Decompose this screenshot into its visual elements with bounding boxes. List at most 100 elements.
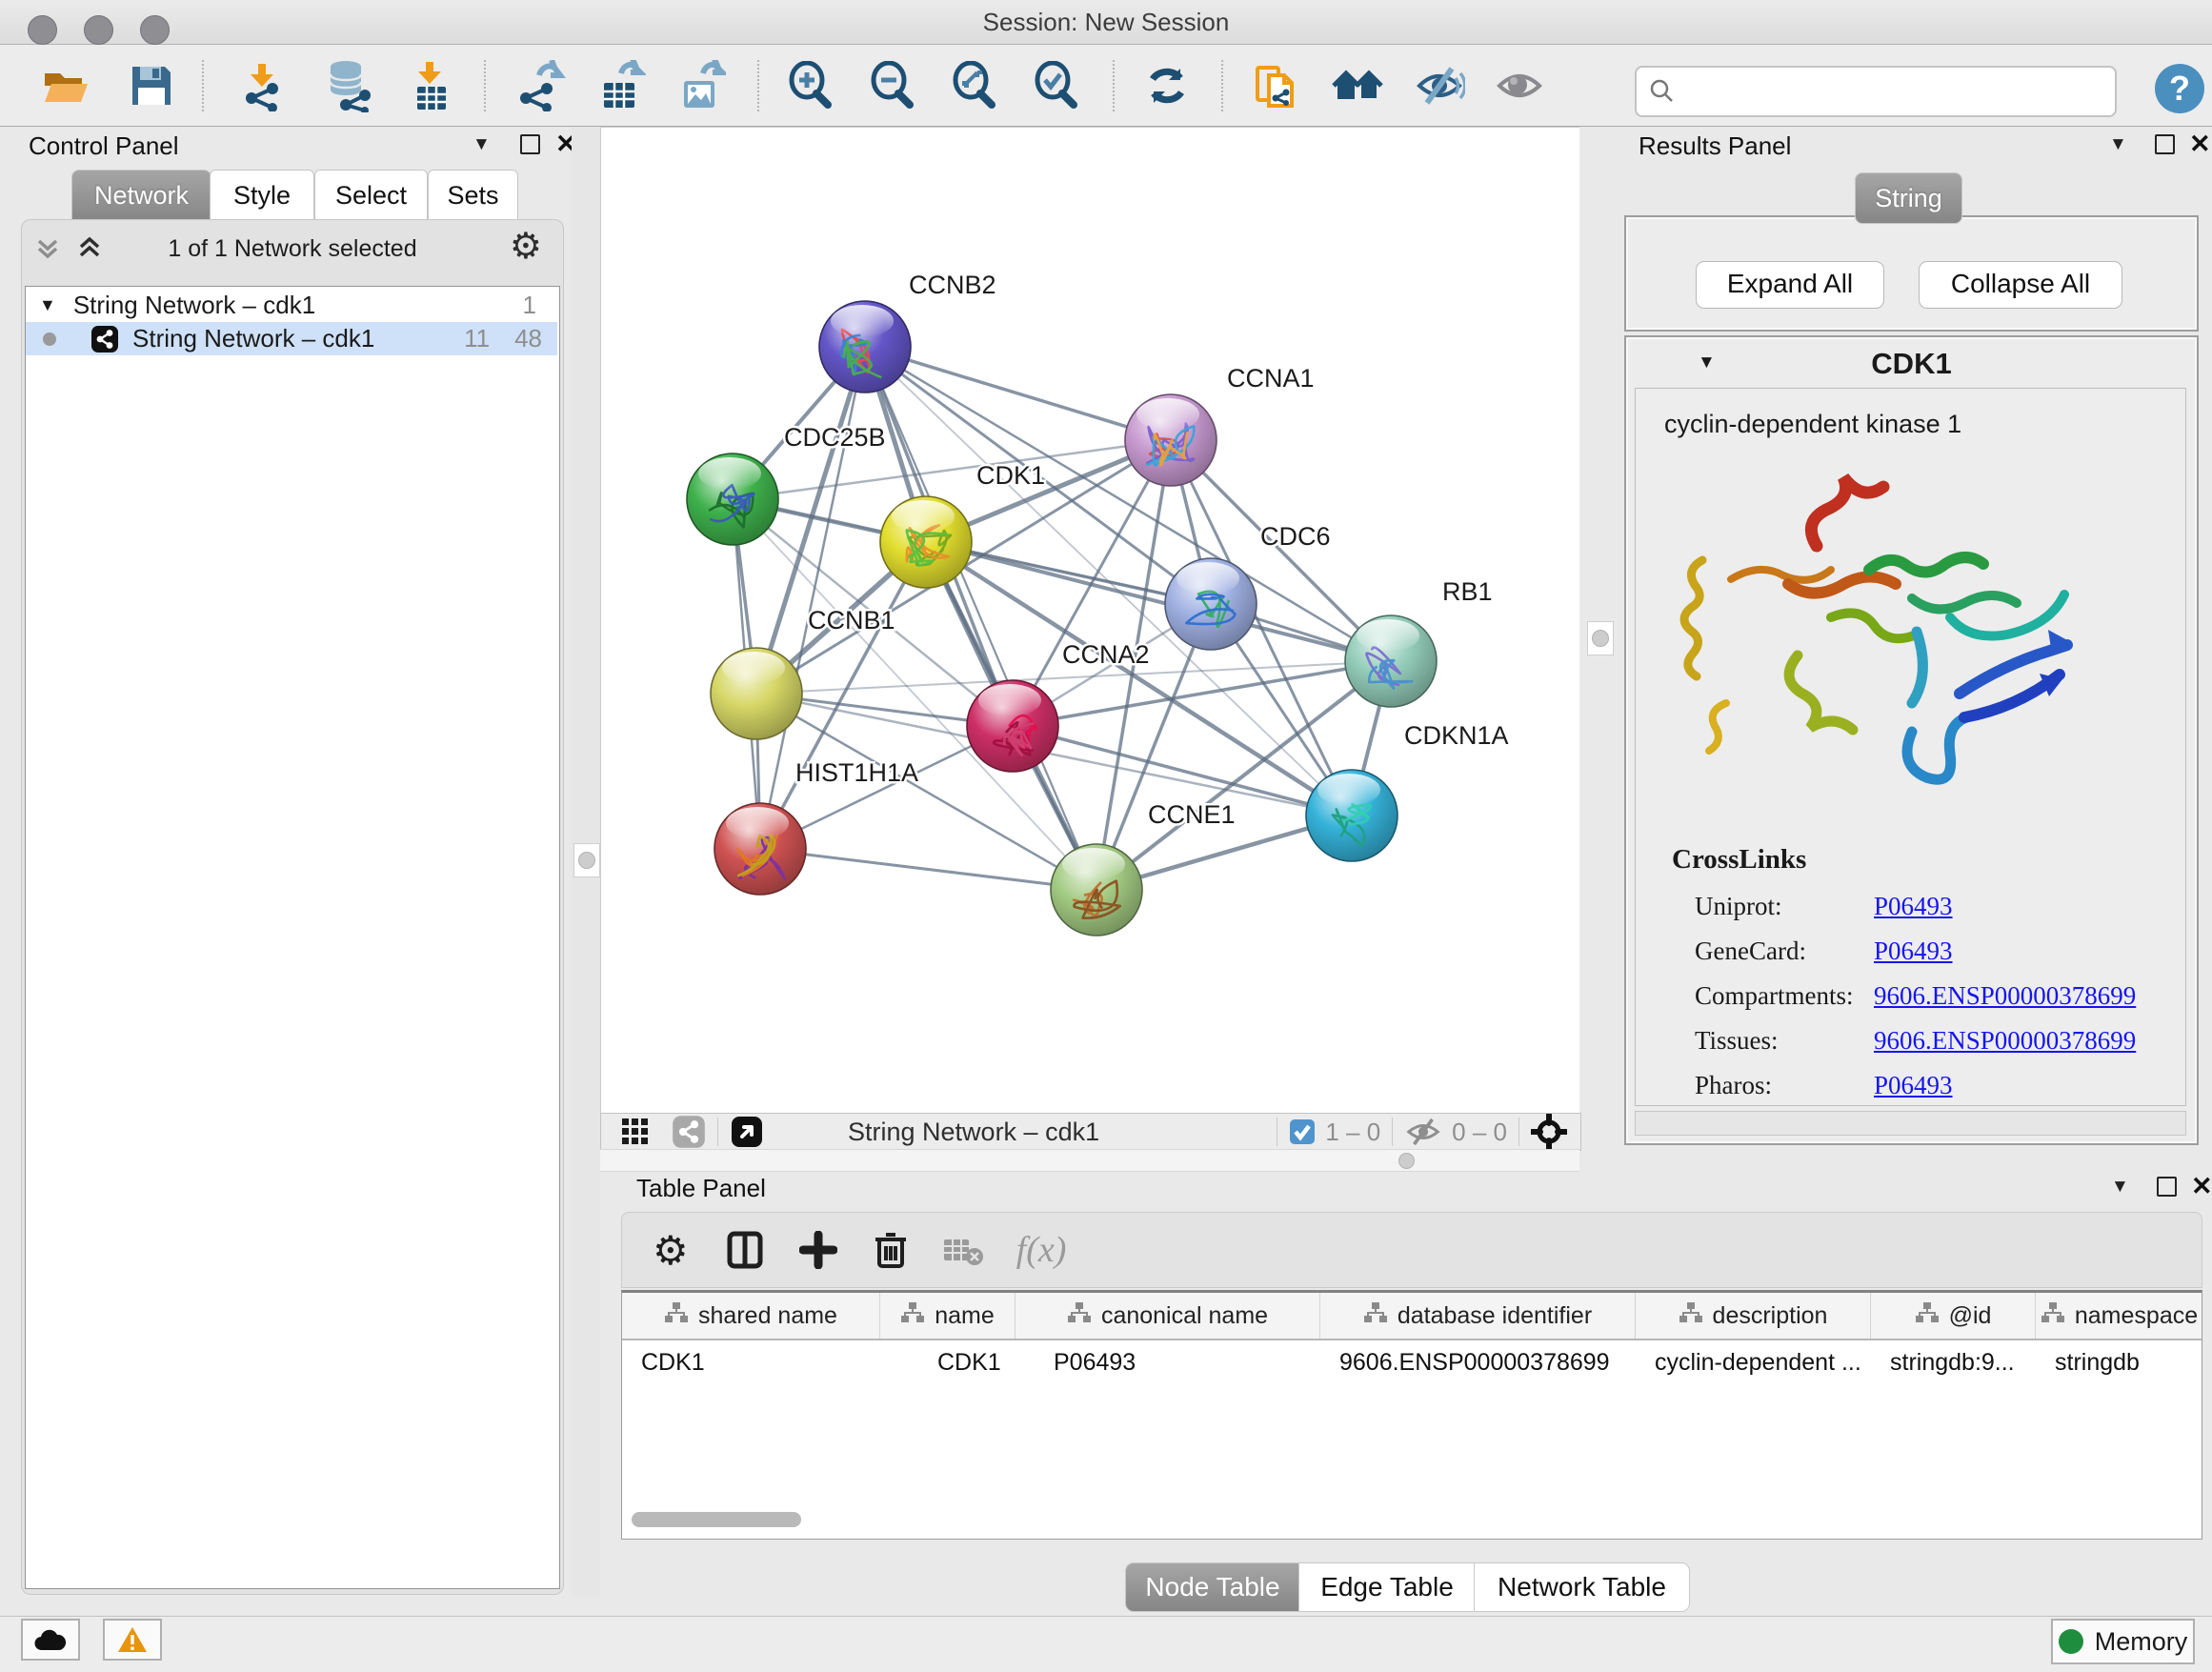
grid-view-icon[interactable] bbox=[620, 1117, 651, 1147]
network-edge[interactable] bbox=[926, 542, 1391, 661]
node-table[interactable]: shared namenamecanonical namedatabase id… bbox=[621, 1290, 2202, 1540]
column-header-canonical-name[interactable]: canonical name bbox=[1016, 1293, 1320, 1339]
function-builder-button[interactable]: f(x) bbox=[1016, 1229, 1067, 1271]
cloud-status-button[interactable] bbox=[21, 1619, 80, 1661]
add-column-icon[interactable] bbox=[799, 1231, 837, 1269]
export-image-button[interactable] bbox=[673, 58, 728, 113]
network-node-label: CDC6 bbox=[1260, 522, 1331, 551]
refresh-button[interactable] bbox=[1139, 58, 1195, 113]
open-session-button[interactable] bbox=[38, 58, 93, 113]
column-header-database-identifier[interactable]: database identifier bbox=[1320, 1293, 1636, 1339]
collapse-all-button[interactable]: Collapse All bbox=[1919, 261, 2122, 309]
hide-selected-button[interactable] bbox=[1412, 58, 1467, 113]
import-table-file-button[interactable] bbox=[404, 58, 459, 113]
table-settings-gear-icon[interactable]: ⚙ bbox=[653, 1227, 689, 1274]
compartments-link[interactable]: 9606.ENSP00000378699 bbox=[1874, 981, 2136, 1010]
column-header--id[interactable]: @id bbox=[1871, 1293, 2036, 1339]
tab-network[interactable]: Network bbox=[71, 170, 211, 221]
results-scrollbar[interactable] bbox=[1635, 1111, 2186, 1136]
right-splitter[interactable] bbox=[1579, 127, 1624, 1148]
zoom-fit-button[interactable] bbox=[947, 58, 1002, 113]
network-edge[interactable] bbox=[760, 849, 1096, 890]
table-panel-close-icon[interactable]: ✕ bbox=[2191, 1177, 2212, 1196]
tab-sets[interactable]: Sets bbox=[428, 170, 518, 221]
table-cell[interactable]: cyclin-dependent ... bbox=[1636, 1340, 1871, 1384]
export-network-button[interactable] bbox=[513, 58, 568, 113]
import-network-database-button[interactable] bbox=[320, 58, 375, 113]
results-panel-maximize-icon[interactable] bbox=[2155, 134, 2175, 154]
table-panel-float-icon[interactable]: ▼ bbox=[2111, 1177, 2129, 1198]
network-node-CCNB2[interactable]: CCNB2 bbox=[819, 271, 996, 393]
tab-style[interactable]: Style bbox=[210, 170, 314, 221]
fit-content-crosshair-icon[interactable] bbox=[1531, 1114, 1567, 1150]
column-header-shared-name[interactable]: shared name bbox=[622, 1293, 880, 1339]
table-cell[interactable]: CDK1 bbox=[880, 1340, 1016, 1384]
zoom-out-button[interactable] bbox=[865, 58, 920, 113]
control-panel-maximize-icon[interactable] bbox=[520, 134, 540, 154]
network-graph[interactable]: CCNB2CCNA1CDC25BCDK1CDC6RB1CCNB1CCNA2CDK… bbox=[601, 128, 1580, 1114]
results-panel-close-icon[interactable]: ✕ bbox=[2189, 134, 2211, 153]
horizontal-scrollbar-thumb[interactable] bbox=[632, 1512, 801, 1527]
left-splitter[interactable] bbox=[572, 127, 600, 1597]
birdseye-view-icon[interactable] bbox=[730, 1115, 764, 1149]
show-all-button[interactable] bbox=[1492, 58, 1547, 113]
column-header-namespace[interactable]: namespace bbox=[2036, 1293, 2202, 1339]
column-header-description[interactable]: description bbox=[1636, 1293, 1871, 1339]
table-cell[interactable]: 9606.ENSP00000378699 bbox=[1320, 1340, 1636, 1384]
table-panel-splitter[interactable] bbox=[600, 1149, 1579, 1172]
table-cell[interactable]: stringdb:9... bbox=[1871, 1340, 2036, 1384]
zoom-out-icon bbox=[868, 61, 917, 111]
network-edge[interactable] bbox=[865, 347, 1096, 890]
show-columns-icon[interactable] bbox=[727, 1231, 763, 1269]
network-share-toggle-icon[interactable] bbox=[672, 1115, 706, 1149]
tree-caret-icon[interactable]: ▼ bbox=[39, 295, 56, 315]
network-node-CCNE1[interactable]: CCNE1 bbox=[1051, 800, 1236, 936]
toolbar-separator bbox=[202, 60, 204, 111]
table-panel-maximize-icon[interactable] bbox=[2157, 1177, 2177, 1197]
gene-collapse-caret-icon[interactable]: ▼ bbox=[1698, 353, 1716, 373]
network-node-CCNA1[interactable]: CCNA1 bbox=[1125, 364, 1315, 486]
network-edge[interactable] bbox=[865, 347, 1171, 440]
copy-network-button[interactable] bbox=[1248, 58, 1303, 113]
uniprot-link[interactable]: P06493 bbox=[1874, 892, 1953, 920]
splitter-handle[interactable] bbox=[1398, 1153, 1415, 1169]
search-input[interactable] bbox=[1686, 76, 2115, 108]
export-table-button[interactable] bbox=[593, 58, 648, 113]
selected-checkbox-icon[interactable] bbox=[1289, 1118, 1316, 1145]
control-panel-float-icon[interactable]: ▼ bbox=[473, 134, 491, 155]
tab-network-table[interactable]: Network Table bbox=[1474, 1562, 1690, 1612]
table-cell[interactable]: stringdb bbox=[2036, 1340, 2202, 1384]
genecard-link[interactable]: P06493 bbox=[1874, 937, 1953, 965]
table-cell[interactable]: P06493 bbox=[1016, 1340, 1320, 1384]
help-button[interactable]: ? bbox=[2155, 64, 2204, 113]
tab-select[interactable]: Select bbox=[314, 170, 428, 221]
zoom-selected-button[interactable] bbox=[1029, 58, 1084, 113]
network-options-gear-icon[interactable]: ⚙ bbox=[510, 225, 542, 268]
network-node-CDKN1A[interactable]: CDKN1A bbox=[1306, 721, 1509, 861]
tab-edge-table[interactable]: Edge Table bbox=[1298, 1562, 1476, 1612]
memory-status-button[interactable]: Memory bbox=[2051, 1619, 2195, 1664]
network-node-HIST1H1A[interactable]: HIST1H1A bbox=[714, 758, 918, 895]
tab-node-table[interactable]: Node Table bbox=[1125, 1562, 1300, 1612]
network-canvas[interactable]: CCNB2CCNA1CDC25BCDK1CDC6RB1CCNB1CCNA2CDK… bbox=[600, 127, 1581, 1115]
splitter-handle[interactable] bbox=[1587, 621, 1614, 655]
import-network-file-button[interactable] bbox=[236, 58, 292, 113]
column-header-name[interactable]: name bbox=[880, 1293, 1016, 1339]
expand-all-button[interactable]: Expand All bbox=[1696, 261, 1884, 309]
results-panel-float-icon[interactable]: ▼ bbox=[2109, 134, 2127, 155]
pharos-link[interactable]: P06493 bbox=[1874, 1071, 1953, 1099]
zoom-in-button[interactable] bbox=[783, 58, 838, 113]
delete-column-icon[interactable] bbox=[874, 1230, 908, 1270]
network-row-selected[interactable]: String Network – cdk1 11 48 bbox=[26, 322, 557, 355]
network-collection-row[interactable]: ▼ String Network – cdk1 1 bbox=[26, 289, 557, 322]
first-neighbors-button[interactable] bbox=[1330, 58, 1385, 113]
tab-string[interactable]: String bbox=[1855, 172, 1962, 224]
table-cell[interactable]: CDK1 bbox=[622, 1340, 880, 1384]
network-node-label: CDKN1A bbox=[1404, 721, 1509, 750]
warnings-button[interactable] bbox=[103, 1619, 162, 1661]
save-session-button[interactable] bbox=[124, 58, 179, 113]
tissues-link[interactable]: 9606.ENSP00000378699 bbox=[1874, 1026, 2136, 1055]
splitter-handle[interactable] bbox=[573, 843, 600, 877]
table-row[interactable]: CDK1CDK1P064939606.ENSP00000378699cyclin… bbox=[622, 1340, 2202, 1384]
network-node-RB1[interactable]: RB1 bbox=[1345, 577, 1493, 707]
